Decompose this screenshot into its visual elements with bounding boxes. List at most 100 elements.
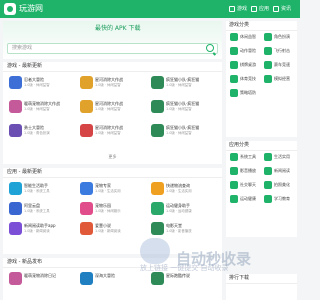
category-icon xyxy=(264,75,272,83)
category-item[interactable]: 角色扮演 xyxy=(264,32,296,43)
app-icon xyxy=(9,202,22,215)
category-icon xyxy=(264,47,272,55)
nav-item-news[interactable]: 资讯 xyxy=(273,4,291,14)
app-card[interactable]: 宠物乐园 1.0版 · 休闲娱乐 xyxy=(80,202,148,217)
watermark-subtitle: 放上链接 一键提交 自动收录 xyxy=(140,264,229,272)
search-input[interactable]: 搜索游戏 xyxy=(7,43,218,54)
category-icon xyxy=(230,167,238,175)
game-card[interactable]: 疯狂猫小队·疯狂猫 1.0版 · 休闲益智 xyxy=(151,76,219,91)
app-icon xyxy=(151,76,164,89)
search-icon[interactable] xyxy=(206,44,214,52)
category-icon xyxy=(264,195,272,203)
category-item[interactable]: 社交聊天 xyxy=(230,180,262,191)
category-item[interactable]: 影音播放 xyxy=(230,166,262,177)
hero-search-panel: 最快的 APK 下载 搜索游戏 xyxy=(3,21,222,59)
nav-item-games[interactable]: 游戏 xyxy=(229,4,247,14)
category-item[interactable]: 学习教育 xyxy=(264,194,296,205)
games-section-title: 游戏 - 最新更新 xyxy=(3,62,222,72)
app-icon xyxy=(151,124,164,137)
app-card[interactable]: 智能生活助手 1.0版 · 系统工具 xyxy=(9,182,77,197)
app-categories-panel: 应用分类 系统工具 生活实用 影音播放 新闻阅读 社交聊天 拍照美化 运动健康 … xyxy=(226,141,297,237)
category-item[interactable]: 棋牌桌游 xyxy=(230,60,262,71)
game-card[interactable]: 暖萌宠物消除大作战 1.0版 · 休闲益智 xyxy=(9,100,77,115)
game-card[interactable]: 暖萌宠物消除日记 xyxy=(9,272,77,287)
app-categories-title: 应用分类 xyxy=(226,141,297,151)
category-icon xyxy=(264,153,272,161)
app-card[interactable]: 运动健身助手 1.0版 · 运动健康 xyxy=(151,202,219,217)
app-icon xyxy=(80,124,93,137)
games-more-link[interactable]: 更多 xyxy=(3,154,222,160)
game-categories-title: 游戏分类 xyxy=(226,21,297,31)
category-icon xyxy=(264,33,272,41)
app-icon xyxy=(80,222,93,235)
app-icon xyxy=(9,222,22,235)
logo-icon[interactable] xyxy=(4,3,16,15)
game-card[interactable]: 星河消除大作战 1.0版 · 休闲益智 xyxy=(80,76,148,91)
app-icon xyxy=(80,182,93,195)
app-card[interactable]: 爱壹小说 1.0版 · 新闻阅读 xyxy=(80,222,148,237)
app-icon xyxy=(80,272,93,285)
app-icon xyxy=(9,100,22,113)
category-icon xyxy=(230,61,238,69)
category-icon xyxy=(264,167,272,175)
game-categories-panel: 游戏分类 休闲益智 角色扮演 动作冒险 飞行射击 棋牌桌游 赛车竞速 体育竞技 … xyxy=(226,21,297,137)
ranking-title: 排行下载 xyxy=(226,274,297,284)
app-icon xyxy=(9,124,22,137)
app-card[interactable]: 电影天堂 1.0版 · 影音播放 xyxy=(151,222,219,237)
logo-text[interactable]: 玩游网 xyxy=(19,3,43,15)
app-icon xyxy=(151,182,164,195)
app-icon xyxy=(151,202,164,215)
category-item[interactable]: 系统工具 xyxy=(230,152,262,163)
app-icon xyxy=(80,202,93,215)
nav-item-apps[interactable]: 应用 xyxy=(251,4,269,14)
app-icon xyxy=(80,100,93,113)
category-icon xyxy=(230,195,238,203)
game-card[interactable]: 深海大冒险 xyxy=(80,272,148,287)
watermark-logo-icon xyxy=(140,238,170,264)
app-icon xyxy=(151,222,164,235)
category-item[interactable]: 新闻阅读 xyxy=(264,166,296,177)
game-card[interactable]: 忍者大冒险 1.0版 · 休闲益智 xyxy=(9,76,77,91)
game-card[interactable]: 星河消除大作战 1.0版 · 休闲益智 xyxy=(80,100,148,115)
category-item[interactable]: 休闲益智 xyxy=(230,32,262,43)
category-item[interactable]: 模拟经营 xyxy=(264,74,296,85)
category-icon xyxy=(264,181,272,189)
game-card[interactable]: 勇士大冒险 1.0版 · 角色扮演 xyxy=(9,124,77,139)
hero-title: 最快的 APK 下载 xyxy=(95,25,141,32)
news-icon xyxy=(273,6,279,12)
category-item[interactable]: 策略塔防 xyxy=(230,88,262,99)
gamepad-icon xyxy=(229,6,235,12)
category-icon xyxy=(230,33,238,41)
game-card[interactable]: 疯狂猫小队·疯狂猫 1.0版 · 休闲益智 xyxy=(151,124,219,139)
app-icon xyxy=(9,272,22,285)
category-icon xyxy=(230,153,238,161)
app-card[interactable]: 快递物流查询 1.0版 · 生活实用 xyxy=(151,182,219,197)
app-icon xyxy=(151,100,164,113)
app-icon xyxy=(9,182,22,195)
ranking-panel: 排行下载 xyxy=(226,274,297,300)
app-icon xyxy=(9,76,22,89)
category-icon xyxy=(230,75,238,83)
app-icon xyxy=(80,76,93,89)
app-card[interactable]: 新闻阅读助手app 1.0版 · 新闻阅读 xyxy=(9,222,77,237)
category-item[interactable]: 体育竞技 xyxy=(230,74,262,85)
grid-icon xyxy=(251,6,257,12)
category-item[interactable]: 运动健康 xyxy=(230,194,262,205)
game-card[interactable]: 疯狂猫小队·疯狂猫 1.0版 · 休闲益智 xyxy=(151,100,219,115)
games-latest-panel: 游戏 - 最新更新 忍者大冒险 1.0版 · 休闲益智 星河消除大作战 1.0版 ·… xyxy=(3,62,222,164)
apps-section-title: 应用 - 最新更新 xyxy=(3,168,222,178)
game-card[interactable]: 星河消除大作战 1.0版 · 休闲益智 xyxy=(80,124,148,139)
category-icon xyxy=(230,181,238,189)
game-card[interactable]: 星际跑酷传说 xyxy=(151,272,219,287)
category-item[interactable]: 生活实用 xyxy=(264,152,296,163)
apps-latest-panel: 应用 - 最新更新 智能生活助手 1.0版 · 系统工具 宠物专家 1.0版 · 生… xyxy=(3,168,222,254)
category-item[interactable]: 拍照美化 xyxy=(264,180,296,191)
category-item[interactable]: 飞行射击 xyxy=(264,46,296,57)
category-item[interactable]: 赛车竞速 xyxy=(264,60,296,71)
category-icon xyxy=(230,47,238,55)
category-icon xyxy=(264,61,272,69)
category-icon xyxy=(230,89,238,97)
category-item[interactable]: 动作冒险 xyxy=(230,46,262,57)
app-card[interactable]: 阿里云盘 1.0版 · 系统工具 xyxy=(9,202,77,217)
app-card[interactable]: 宠物专家 1.0版 · 生活实用 xyxy=(80,182,148,197)
